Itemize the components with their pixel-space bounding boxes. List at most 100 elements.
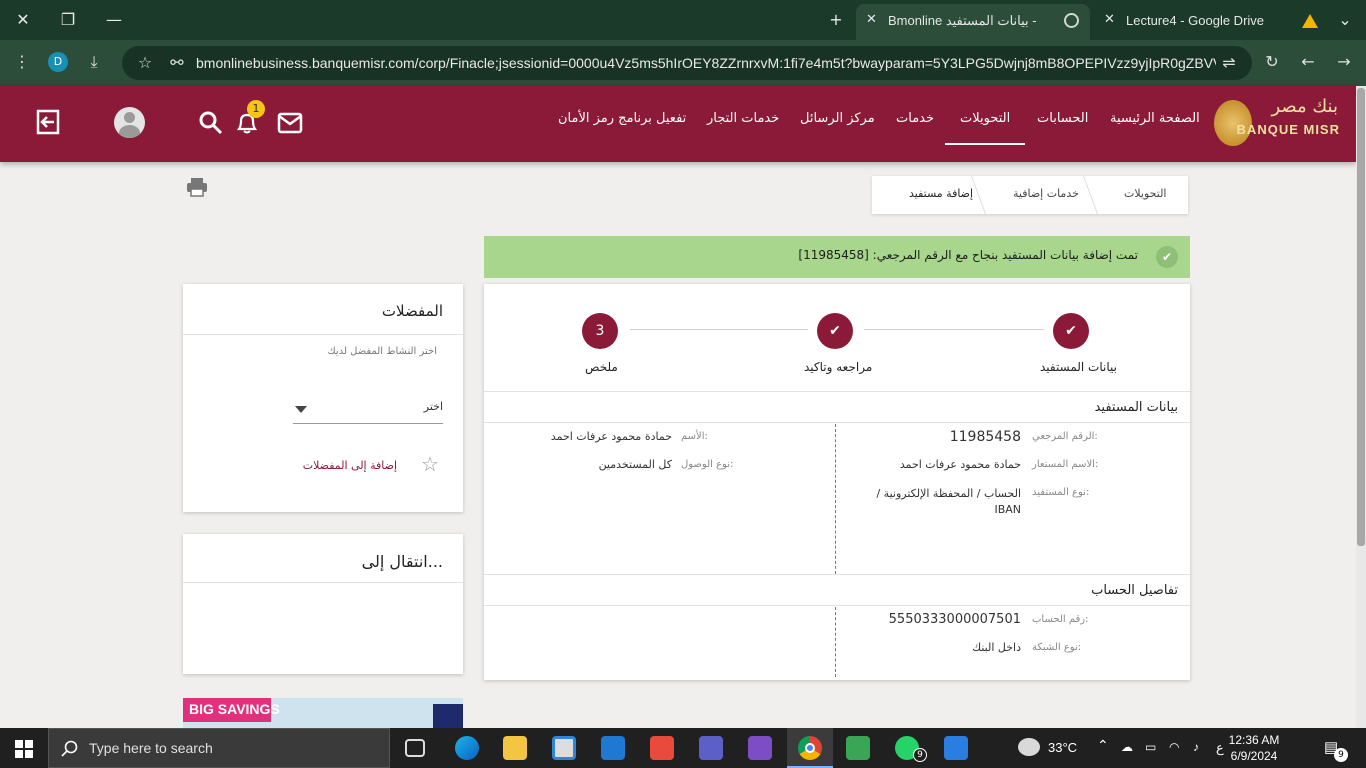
nav-security-token[interactable]: تفعيل برنامج رمز الأمان — [558, 111, 686, 126]
google-drive-icon — [1302, 14, 1318, 28]
input-language[interactable]: ع — [1216, 740, 1224, 756]
step-2-check-icon: ✔ — [817, 313, 853, 349]
beneficiary-summary-card: 3 ✔ ✔ ملخص مراجعه وتاكيد بيانات المستفيد… — [484, 284, 1190, 680]
ref-label: الرقم المرجعي: — [1032, 431, 1098, 442]
alias-label: الاسم المستعار: — [1032, 459, 1099, 470]
tab-close-icon[interactable]: ✕ — [1104, 12, 1115, 27]
add-to-favorites-link[interactable]: إضافة إلى المفضلات — [303, 459, 397, 472]
globe-icon — [1064, 13, 1079, 28]
promo-banner[interactable]: BIG SAVINGS — [183, 698, 463, 728]
step-1-label: بيانات المستفيد — [1040, 360, 1117, 374]
type-label: نوع المستفيد: — [1032, 487, 1090, 498]
window-minimize-icon[interactable]: — — [103, 9, 125, 31]
media-player-icon[interactable] — [944, 736, 968, 760]
account-number-label: رقم الحساب: — [1032, 614, 1089, 625]
chevron-down-icon — [295, 406, 307, 413]
wps-office-icon[interactable] — [650, 736, 674, 760]
browser-tab-strip: ✕ ❐ — + ✕ Bmonline بيانات المستفيد - ✕ L… — [0, 0, 1366, 40]
name-value: حمادة محمود عرفات احمد — [550, 430, 672, 443]
favorite-select-value: اختر — [423, 400, 443, 413]
logout-icon[interactable] — [34, 108, 62, 136]
store-icon[interactable] — [552, 736, 576, 760]
nav-merchant-services[interactable]: خدمات التجار — [707, 111, 779, 126]
success-check-icon: ✔ — [1156, 246, 1178, 268]
temperature[interactable]: 33°C — [1048, 740, 1077, 755]
download-icon[interactable]: ⤓ — [83, 52, 105, 72]
star-icon[interactable]: ☆ — [421, 452, 439, 476]
file-explorer-icon[interactable] — [503, 736, 527, 760]
url-text[interactable]: bmonlinebusiness.banquemisr.com/corp/Fin… — [196, 55, 1216, 71]
ref-value: 11985458 — [949, 429, 1021, 445]
battery-icon[interactable]: ▭ — [1145, 740, 1156, 754]
promo-banner-text: BIG SAVINGS — [183, 698, 280, 722]
taskbar-search-box[interactable]: Type here to search — [48, 728, 390, 768]
tab-close-icon[interactable]: ✕ — [866, 12, 877, 27]
address-bar[interactable]: ☆ ⚯ bmonlinebusiness.banquemisr.com/corp… — [122, 46, 1252, 80]
breadcrumb-transfers[interactable]: التحويلات — [1124, 187, 1167, 200]
beneficiary-section-header: بيانات المستفيد — [484, 391, 1190, 423]
alias-value: حمادة محمود عرفات احمد — [899, 458, 1021, 471]
mail-icon[interactable] — [277, 112, 303, 134]
window-close-icon[interactable]: ✕ — [12, 9, 34, 31]
breadcrumb-current: إضافة مستفيد — [909, 187, 974, 200]
search-icon[interactable] — [198, 110, 224, 136]
menu-dots-icon[interactable]: ⋮ — [11, 52, 33, 71]
chrome-icon — [798, 736, 822, 760]
bank-header: 1 تفعيل برنامج رمز الأمان خدمات التجار م… — [0, 86, 1356, 162]
nav-transfers[interactable]: التحويلات — [945, 111, 1026, 145]
snipping-tool-icon[interactable] — [846, 736, 870, 760]
volume-icon[interactable]: ♪ — [1193, 740, 1199, 754]
windows-start-icon[interactable] — [15, 740, 33, 758]
weather-icon[interactable] — [1018, 738, 1040, 756]
navigate-card: انتقال إلى... — [183, 534, 463, 674]
new-tab-icon[interactable]: + — [825, 9, 847, 31]
bank-logo-english: BANQUE MISR — [1236, 122, 1340, 137]
whatsapp-badge: 9 — [913, 748, 927, 762]
favorites-subtitle: اختر النشاط المفضل لديك — [327, 346, 437, 357]
nav-services[interactable]: خدمات — [896, 111, 934, 126]
chrome-taskbar-button[interactable] — [787, 728, 833, 768]
site-info-icon[interactable]: ⚯ — [166, 53, 188, 72]
window-restore-icon[interactable]: ❐ — [57, 9, 79, 31]
network-status-icon[interactable]: ☁ — [1121, 740, 1133, 754]
print-icon[interactable] — [186, 177, 208, 197]
tab-search-chevron-icon[interactable]: ⌄ — [1334, 9, 1356, 31]
favorite-activity-select[interactable]: اختر — [293, 396, 443, 424]
search-icon — [61, 740, 78, 757]
account-section-header: تفاصيل الحساب — [484, 574, 1190, 606]
clock[interactable]: 12:36 AM 6/9/2024 — [1226, 732, 1282, 764]
clock-time: 12:36 AM — [1228, 733, 1280, 747]
visual-studio-icon[interactable] — [748, 736, 772, 760]
tray-chevron-icon[interactable]: ⌃ — [1097, 737, 1109, 754]
network-value: داخل البنك — [972, 641, 1021, 654]
edge-icon[interactable] — [455, 736, 479, 760]
nav-accounts[interactable]: الحسابات — [1037, 111, 1088, 126]
browser-tab[interactable]: ✕ Lecture4 - Google Drive — [1094, 4, 1326, 40]
customize-icon[interactable]: ⇌ — [1218, 53, 1240, 72]
network-label: نوع الشبكة: — [1032, 642, 1082, 653]
name-label: الأسم: — [681, 431, 708, 442]
browser-tab-active[interactable]: ✕ Bmonline بيانات المستفيد - — [856, 4, 1090, 40]
breadcrumb-extra-services[interactable]: خدمات إضافية — [1013, 187, 1079, 200]
forward-icon[interactable]: → — [1333, 52, 1355, 71]
breadcrumb: إضافة مستفيد خدمات إضافية التحويلات — [872, 176, 1188, 214]
nav-home[interactable]: الصفحة الرئيسية — [1110, 111, 1200, 126]
avatar[interactable] — [114, 107, 145, 138]
bookmark-star-icon[interactable]: ☆ — [134, 53, 156, 72]
type-value: الحساب / المحفظة الإلكترونية / IBAN — [876, 487, 1021, 516]
reload-icon[interactable]: ↻ — [1261, 52, 1283, 71]
profile-avatar[interactable]: D — [48, 52, 68, 72]
account-section-title: تفاصيل الحساب — [1091, 583, 1178, 598]
step-3-label: ملخص — [585, 360, 618, 374]
page-scrollbar-thumb[interactable] — [1357, 88, 1365, 546]
navigate-title: انتقال إلى... — [361, 552, 443, 571]
account-number-value: 5550333000007501 — [888, 612, 1021, 627]
back-icon[interactable]: ← — [1297, 52, 1319, 71]
wifi-icon[interactable]: ◠ — [1169, 740, 1179, 754]
mail-app-icon[interactable] — [601, 736, 625, 760]
favorites-title: المفضلات — [381, 302, 443, 320]
nav-message-center[interactable]: مركز الرسائل — [800, 111, 875, 126]
task-view-icon[interactable] — [405, 739, 425, 757]
step-2-label: مراجعه وتاكيد — [804, 360, 873, 374]
teams-icon[interactable] — [699, 736, 723, 760]
